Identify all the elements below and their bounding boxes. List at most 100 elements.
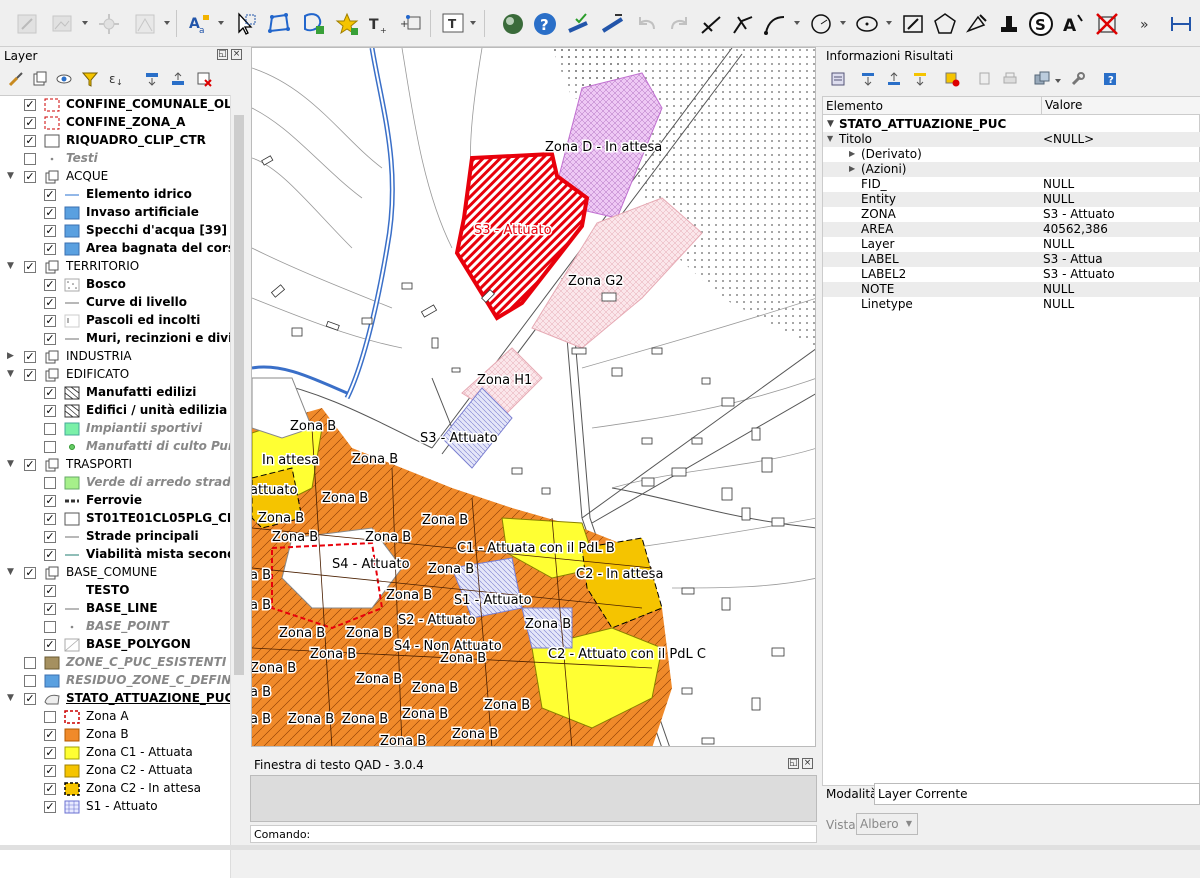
layer-row-area-bagnata-del-corso-d-a[interactable]: ✓ Area bagnata del corso d'a [0,240,230,258]
layer-row-zona-a[interactable]: Zona A [0,708,230,726]
layer-visibility-checkbox[interactable]: ✓ [44,531,56,543]
delete-feature-icon[interactable] [1092,9,1122,39]
layer-visibility-checkbox[interactable]: ✓ [24,261,36,273]
float-panel-button[interactable]: ◱ [217,49,228,60]
layer-row-manufatti-edilizi[interactable]: ✓ Manufatti edilizi [0,384,230,402]
collapse-tree-icon[interactable] [884,69,904,89]
draw-line-icon[interactable] [696,9,726,39]
layer-visibility-checkbox[interactable]: ✓ [44,405,56,417]
float-qad-button[interactable]: ◱ [788,758,799,769]
layer-visibility-checkbox[interactable] [44,423,56,435]
add-group-icon[interactable] [30,69,50,89]
draw-rectangle-icon[interactable] [898,9,928,39]
expand-arrow-icon[interactable]: ▶ [849,149,855,158]
visibility-eye-icon[interactable] [54,69,74,89]
identify-mode-icon[interactable] [1032,69,1052,89]
result-attr-row-note[interactable]: NOTE NULL [823,282,1200,297]
select-cursor-icon[interactable] [230,9,260,39]
layer-row-viabilit-mista-secondaria[interactable]: ✓ Viabilità mista secondaria [0,546,230,564]
redo-icon[interactable] [664,9,694,39]
result-attr-row-azioni[interactable]: ▶ (Azioni) [823,162,1200,177]
more-tools-icon[interactable]: » [1132,9,1162,39]
layer-tree-scrollbar[interactable] [230,95,246,878]
result-attr-row-area[interactable]: AREA 40562,386 [823,222,1200,237]
layer-row-stato-attuazione-puc[interactable]: ▼ ✓ STATO_ATTUAZIONE_PUC [0,690,230,708]
layer-visibility-checkbox[interactable]: ✓ [44,801,56,813]
layer-row-zona-c1-attuata[interactable]: ✓ Zona C1 - Attuata [0,744,230,762]
layer-visibility-checkbox[interactable]: ✓ [44,243,56,255]
expand-tree-icon[interactable] [858,69,878,89]
label-tool-icon[interactable]: Aa [184,9,214,39]
layer-row-elemento-idrico[interactable]: ✓ Elemento idrico [0,186,230,204]
layer-visibility-checkbox[interactable]: ✓ [44,603,56,615]
collapse-all-icon[interactable] [168,69,188,89]
style-brush-icon[interactable] [6,69,26,89]
layer-visibility-checkbox[interactable]: ✓ [44,549,56,561]
qad-polyline-icon[interactable] [598,9,628,39]
expand-arrow-icon[interactable]: ▶ [849,164,855,173]
layer-visibility-checkbox[interactable]: ✓ [24,351,36,363]
mode-select[interactable]: Layer Corrente [874,783,1200,805]
draw-circle-icon[interactable] [806,9,836,39]
layer-visibility-checkbox[interactable] [44,711,56,723]
layer-visibility-checkbox[interactable]: ✓ [44,297,56,309]
help-icon[interactable]: ? [530,9,560,39]
close-panel-button[interactable]: × [231,49,242,60]
layer-row-base-polygon[interactable]: ✓ BASE_POLYGON [0,636,230,654]
filter-icon[interactable] [80,69,100,89]
layer-visibility-checkbox[interactable] [24,657,36,669]
result-attr-row-titolo[interactable]: ▼ Titolo <NULL> [823,132,1200,147]
layer-visibility-checkbox[interactable]: ✓ [44,225,56,237]
draw-pentagon-icon[interactable] [930,9,960,39]
collapse-arrow-icon[interactable]: ▼ [7,567,14,577]
layer-row-st01te01cl05plg-clip[interactable]: ✓ ST01TE01CL05PLG_CLIP [0,510,230,528]
layer-visibility-checkbox[interactable]: ✓ [24,459,36,471]
globe-icon[interactable] [498,9,528,39]
layer-row-testo[interactable]: ✓ TESTO [0,582,230,600]
layer-visibility-checkbox[interactable]: ✓ [44,585,56,597]
layer-visibility-checkbox[interactable]: ✓ [44,513,56,525]
layer-row-industria[interactable]: ▶ ✓ INDUSTRIA [0,348,230,366]
edit-vertex-icon[interactable] [962,9,992,39]
layer-row-strade-principali[interactable]: ✓ Strade principali [0,528,230,546]
layer-row-territorio[interactable]: ▼ ✓ TERRITORIO [0,258,230,276]
result-attr-row-label2[interactable]: LABEL2 S3 - Attuato [823,267,1200,282]
result-attr-row-derivato[interactable]: ▶ (Derivato) [823,147,1200,162]
collapse-arrow-icon[interactable]: ▼ [7,171,14,181]
layer-visibility-checkbox[interactable]: ✓ [44,729,56,741]
move-feature-icon[interactable] [94,9,124,39]
layer-row-base-line[interactable]: ✓ BASE_LINE [0,600,230,618]
result-attr-row-layer[interactable]: Layer NULL [823,237,1200,252]
expression-filter-icon[interactable]: ε ↓ [106,69,126,89]
layer-row-verde-di-arredo-stradale[interactable]: Verde di arredo stradale [0,474,230,492]
layer-row-zona-c2-attuata[interactable]: ✓ Zona C2 - Attuata [0,762,230,780]
layer-row-zona-c2-in-attesa[interactable]: ✓ Zona C2 - In attesa [0,780,230,798]
result-attr-row-fid[interactable]: FID_ NULL [823,177,1200,192]
col-value-header[interactable]: Valore [1041,97,1082,115]
layer-row-curve-di-livello[interactable]: ✓ Curve di livello [0,294,230,312]
layer-visibility-checkbox[interactable] [44,441,56,453]
clear-results-icon[interactable] [942,69,962,89]
layer-row-residuo-zone-c-definitiv[interactable]: RESIDUO_ZONE_C_DEFINITIV [0,672,230,690]
layer-row-zone-c-puc-esistenti[interactable]: ZONE_C_PUC_ESISTENTI [0,654,230,672]
help-info-icon[interactable]: ? [1100,69,1120,89]
result-attr-row-entity[interactable]: Entity NULL [823,192,1200,207]
add-text-icon[interactable]: T + [364,9,394,39]
dollar-icon[interactable]: S [1026,9,1056,39]
close-qad-button[interactable]: × [802,758,813,769]
layer-row-edifici-unit-edilizia[interactable]: ✓ Edifici / unità edilizia [0,402,230,420]
layer-visibility-checkbox[interactable]: ✓ [24,693,36,705]
layer-row-impiantii-sportivi[interactable]: Impiantii sportivi [0,420,230,438]
layer-row-base-point[interactable]: BASE_POINT [0,618,230,636]
layer-visibility-checkbox[interactable]: ✓ [24,369,36,381]
edit-pencil-icon[interactable] [12,9,42,39]
layer-row-invaso-artificiale[interactable]: ✓ Invaso artificiale [0,204,230,222]
layer-visibility-checkbox[interactable]: ✓ [44,495,56,507]
layer-visibility-checkbox[interactable]: ✓ [24,99,36,111]
settings-wrench-icon[interactable] [1068,69,1088,89]
layer-row-ferrovie[interactable]: ✓ Ferrovie [0,492,230,510]
layer-visibility-checkbox[interactable]: ✓ [24,567,36,579]
layer-row-bosco[interactable]: ✓ Bosco [0,276,230,294]
stamp-icon[interactable] [994,9,1024,39]
layer-row-trasporti[interactable]: ▼ ✓ TRASPORTI [0,456,230,474]
